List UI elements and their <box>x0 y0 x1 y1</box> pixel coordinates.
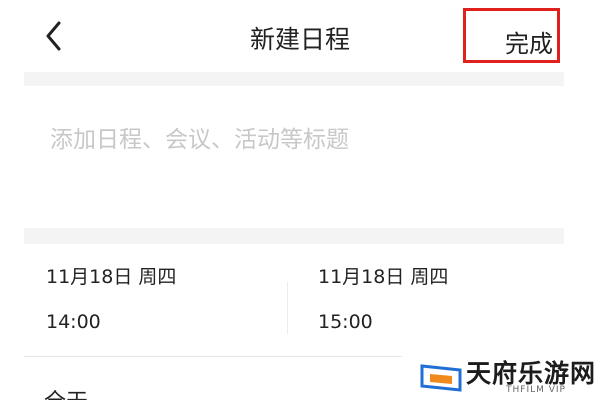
done-button[interactable]: 完成 <box>463 8 560 63</box>
event-title-placeholder: 添加日程、会议、活动等标题 <box>50 127 349 153</box>
watermark: 天府乐游网 THFILM VIP <box>402 348 600 400</box>
section-divider <box>24 72 564 86</box>
watermark-subtitle: THFILM VIP <box>506 385 566 395</box>
time-divider <box>287 282 288 334</box>
start-date: 11月18日 周四 <box>46 266 177 288</box>
end-time: 15:00 <box>318 311 373 333</box>
watermark-logo-icon <box>420 364 462 392</box>
event-title-input[interactable]: 添加日程、会议、活动等标题 <box>24 86 564 228</box>
done-button-label: 完成 <box>505 30 553 58</box>
section-divider <box>24 228 564 244</box>
start-time: 14:00 <box>46 311 101 333</box>
end-time-selector[interactable]: 11月18日 周四 15:00 <box>318 262 568 346</box>
all-day-label[interactable]: 全天 <box>44 384 88 400</box>
start-time-selector[interactable]: 11月18日 周四 14:00 <box>46 262 296 346</box>
app-header: 新建日程 完成 <box>0 0 600 72</box>
end-date: 11月18日 周四 <box>318 266 449 288</box>
